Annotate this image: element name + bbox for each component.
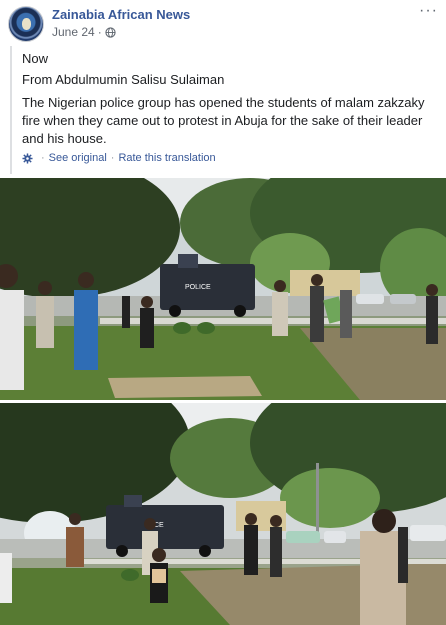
translation-label: Now [22,51,49,66]
avatar-emblem [22,18,31,30]
post-date[interactable]: June 24 [52,25,95,39]
protest-scene-image-2: ICE [0,403,446,625]
links-separator: · [110,152,115,164]
page-avatar[interactable] [8,6,44,42]
translation-attribution: From Abdulmumin Salisu Sulaiman [22,72,225,87]
post-body-text: The Nigerian police group has opened the… [22,95,425,146]
protest-scene-image-1: POLICE [0,178,446,400]
gear-icon[interactable] [22,152,33,164]
page-name-link[interactable]: Zainabia African News [52,7,190,22]
post-meta: June 24 · [52,25,116,39]
post-photo-1[interactable]: POLICE [0,178,446,400]
post-header: Zainabia African News June 24 · ··· [0,0,446,46]
police-vehicle-text: POLICE [185,284,211,291]
meta-separator: · [97,25,102,39]
post-photo-2[interactable]: ICE [0,403,446,625]
facebook-post: Zainabia African News June 24 · ··· Now … [0,0,446,625]
rate-translation-link[interactable]: Rate this translation [118,152,215,164]
links-separator: · [41,152,45,164]
see-original-link[interactable]: See original [49,152,107,164]
translation-block: Now From Abdulmumin Salisu Sulaiman The … [10,46,438,174]
translation-links: · See original · Rate this translation [22,152,216,164]
globe-icon [105,26,116,38]
more-options-button[interactable]: ··· [419,2,438,20]
